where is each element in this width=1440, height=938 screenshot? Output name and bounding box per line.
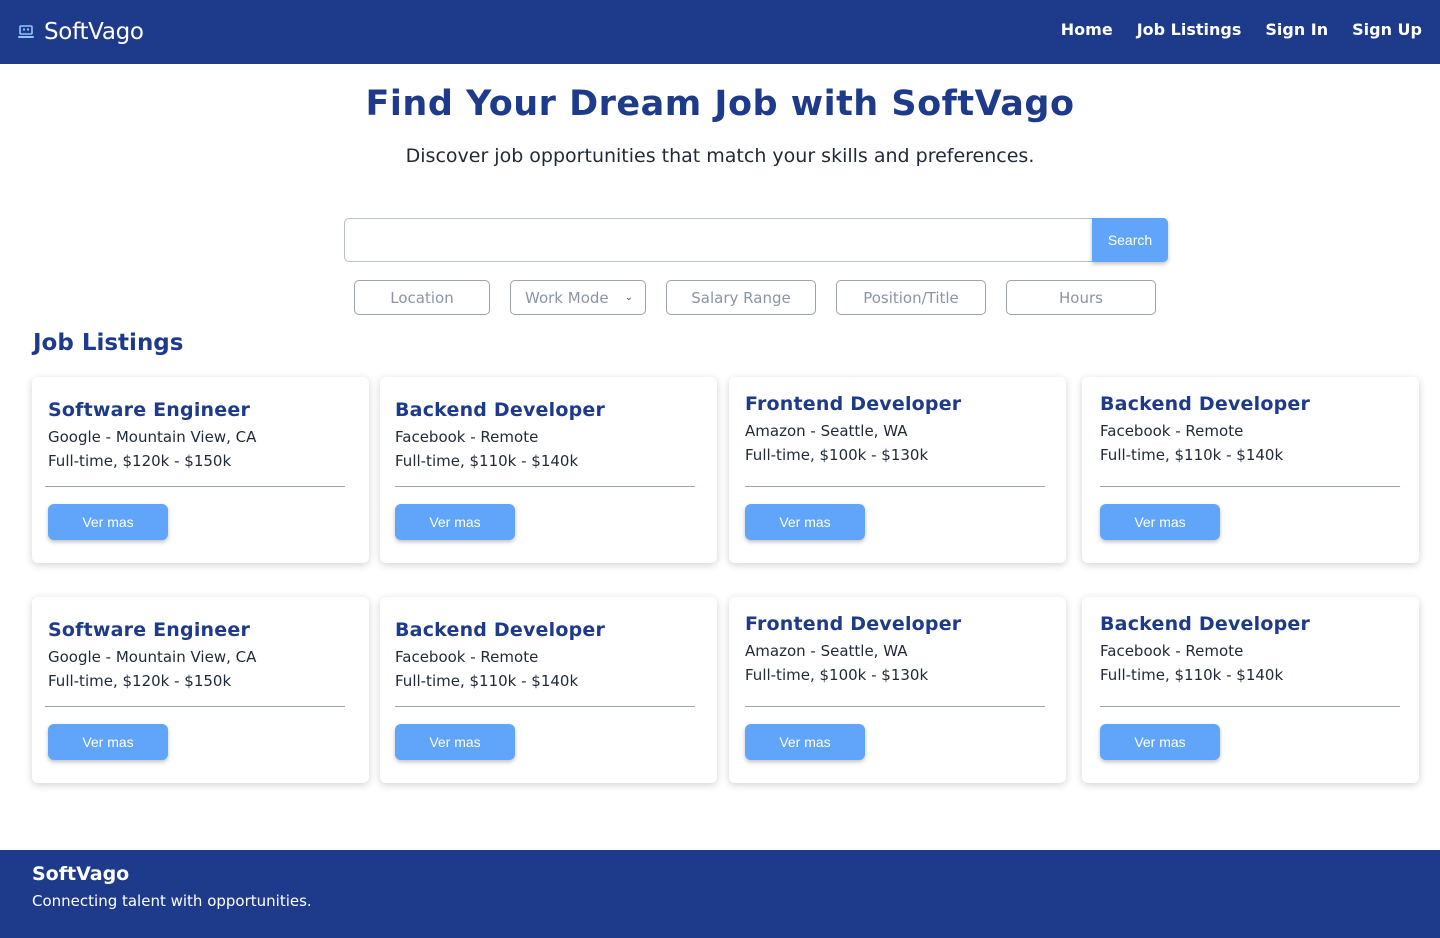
job-card: Backend Developer Facebook - Remote Full… <box>380 377 717 563</box>
job-terms: Full-time, $100k - $130k <box>745 446 929 464</box>
laptop-icon <box>18 25 34 39</box>
job-title: Software Engineer <box>48 399 251 421</box>
ver-mas-button[interactable]: Ver mas <box>48 504 168 540</box>
brand-logo[interactable]: SoftVago <box>18 18 144 46</box>
nav-job-listings-link[interactable]: Job Listings <box>1137 20 1242 39</box>
card-divider <box>395 706 695 707</box>
brand-name: SoftVago <box>44 19 144 45</box>
job-card: Backend Developer Facebook - Remote Full… <box>1082 597 1419 783</box>
card-divider <box>1100 706 1400 707</box>
ver-mas-button[interactable]: Ver mas <box>395 504 515 540</box>
position-title-filter[interactable] <box>836 280 986 315</box>
job-company-location: Facebook - Remote <box>1100 422 1244 440</box>
search-input[interactable] <box>345 219 1093 261</box>
job-title: Frontend Developer <box>745 613 962 635</box>
search-bar: Search <box>344 218 1168 262</box>
job-company-location: Amazon - Seattle, WA <box>745 422 908 440</box>
card-divider <box>745 486 1045 487</box>
job-terms: Full-time, $110k - $140k <box>395 672 579 690</box>
top-navbar: SoftVago Home Job Listings Sign In Sign … <box>0 0 1440 64</box>
card-divider <box>745 706 1045 707</box>
job-terms: Full-time, $110k - $140k <box>395 452 579 470</box>
job-terms: Full-time, $110k - $140k <box>1100 446 1284 464</box>
work-mode-select[interactable]: Work Mode ⌄ <box>510 280 646 315</box>
footer-tagline: Connecting talent with opportunities. <box>32 892 312 910</box>
job-card: Backend Developer Facebook - Remote Full… <box>380 597 717 783</box>
job-company-location: Facebook - Remote <box>1100 642 1244 660</box>
ver-mas-button[interactable]: Ver mas <box>745 504 865 540</box>
location-filter[interactable] <box>354 280 490 315</box>
job-terms: Full-time, $100k - $130k <box>745 666 929 684</box>
job-listings-heading: Job Listings <box>33 330 184 356</box>
hours-filter[interactable] <box>1006 280 1156 315</box>
job-card: Frontend Developer Amazon - Seattle, WA … <box>729 597 1066 783</box>
job-card: Frontend Developer Amazon - Seattle, WA … <box>729 377 1066 563</box>
job-terms: Full-time, $120k - $150k <box>48 452 232 470</box>
job-company-location: Google - Mountain View, CA <box>48 428 257 446</box>
ver-mas-button[interactable]: Ver mas <box>1100 504 1220 540</box>
hours-input[interactable] <box>1007 288 1155 307</box>
card-divider <box>45 706 345 707</box>
ver-mas-button[interactable]: Ver mas <box>395 724 515 760</box>
card-divider <box>1100 486 1400 487</box>
job-title: Backend Developer <box>1100 613 1311 635</box>
hero-title: Find Your Dream Job with SoftVago <box>365 84 1075 124</box>
nav-sign-in-link[interactable]: Sign In <box>1265 20 1328 39</box>
salary-range-filter[interactable] <box>666 280 816 315</box>
ver-mas-button[interactable]: Ver mas <box>1100 724 1220 760</box>
nav-sign-up-link[interactable]: Sign Up <box>1352 20 1422 39</box>
ver-mas-button[interactable]: Ver mas <box>745 724 865 760</box>
card-divider <box>395 486 695 487</box>
card-divider <box>45 486 345 487</box>
job-card: Backend Developer Facebook - Remote Full… <box>1082 377 1419 563</box>
footer-brand: SoftVago <box>32 863 130 885</box>
nav-home-link[interactable]: Home <box>1061 20 1113 39</box>
hero-subtitle: Discover job opportunities that match yo… <box>405 145 1035 167</box>
job-title: Backend Developer <box>1100 393 1311 415</box>
location-filter-input[interactable] <box>355 288 489 307</box>
job-card: Software Engineer Google - Mountain View… <box>32 377 369 563</box>
job-company-location: Facebook - Remote <box>395 648 539 666</box>
job-title: Software Engineer <box>48 619 251 641</box>
ver-mas-button[interactable]: Ver mas <box>48 724 168 760</box>
job-title: Backend Developer <box>395 619 606 641</box>
job-card: Software Engineer Google - Mountain View… <box>32 597 369 783</box>
job-company-location: Facebook - Remote <box>395 428 539 446</box>
position-title-input[interactable] <box>837 288 985 307</box>
job-title: Backend Developer <box>395 399 606 421</box>
job-title: Frontend Developer <box>745 393 962 415</box>
main-nav: Home Job Listings Sign In Sign Up <box>1061 20 1422 39</box>
search-button[interactable]: Search <box>1092 218 1168 262</box>
salary-range-input[interactable] <box>667 288 815 307</box>
job-company-location: Google - Mountain View, CA <box>48 648 257 666</box>
job-terms: Full-time, $110k - $140k <box>1100 666 1284 684</box>
chevron-down-icon: ⌄ <box>624 292 633 303</box>
job-company-location: Amazon - Seattle, WA <box>745 642 908 660</box>
site-footer: SoftVago Connecting talent with opportun… <box>0 850 1440 938</box>
job-terms: Full-time, $120k - $150k <box>48 672 232 690</box>
work-mode-label: Work Mode <box>525 288 609 307</box>
